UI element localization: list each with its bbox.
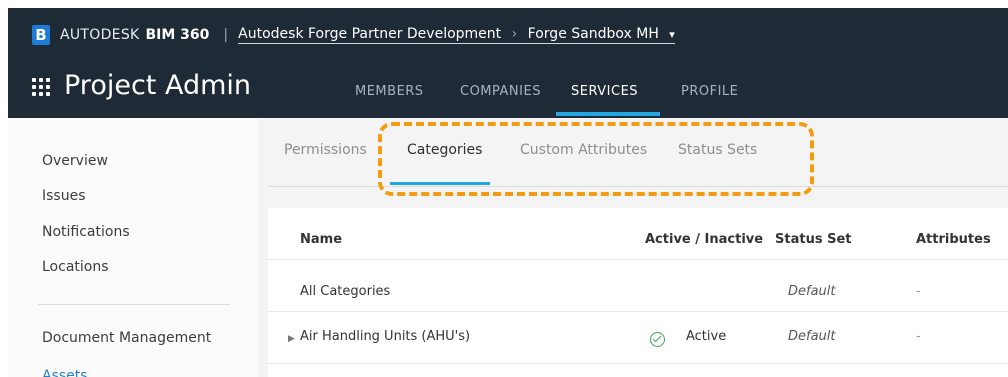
- active-tab-indicator: [556, 112, 660, 116]
- brand-name: AUTODESK: [60, 27, 140, 43]
- row-1-active: Active: [686, 329, 727, 344]
- header-divider: [268, 259, 1008, 260]
- product-name: BIM 360: [145, 27, 210, 43]
- page-title-block: Project Admin: [32, 70, 251, 101]
- breadcrumb-arrow-icon: ›: [511, 26, 518, 42]
- highlight-annotation: [378, 122, 814, 196]
- expand-arrow-icon[interactable]: ▶: [288, 334, 295, 344]
- row-divider: [268, 363, 1008, 364]
- tab-services[interactable]: SERVICES: [571, 84, 638, 99]
- tab-companies[interactable]: COMPANIES: [460, 84, 541, 99]
- top-header: B AUTODESK BIM 360 | Autodesk Forge Part…: [8, 8, 1008, 118]
- row-0-status-set: Default: [788, 284, 836, 299]
- brand-row: B AUTODESK BIM 360 | Autodesk Forge Part…: [32, 24, 675, 46]
- sidebar-item-assets[interactable]: Assets: [42, 368, 88, 377]
- row-1-attributes: -: [916, 329, 921, 344]
- categories-table: Name Active / Inactive Status Set Attrib…: [268, 208, 1008, 377]
- sidebar-item-notifications[interactable]: Notifications: [42, 224, 130, 240]
- sidebar-divider: [38, 304, 230, 305]
- app-window: B AUTODESK BIM 360 | Autodesk Forge Part…: [8, 8, 1008, 377]
- bim360-logo-icon: B: [32, 25, 50, 45]
- row-divider: [268, 311, 1008, 312]
- project-name: Forge Sandbox MH: [527, 26, 659, 42]
- sidebar-item-overview[interactable]: Overview: [42, 153, 108, 169]
- row-0-name[interactable]: All Categories: [300, 284, 390, 299]
- column-header-name[interactable]: Name: [300, 232, 342, 247]
- subtab-permissions[interactable]: Permissions: [284, 142, 367, 158]
- header-separator: |: [223, 27, 229, 43]
- column-header-attributes[interactable]: Attributes: [916, 232, 991, 247]
- sidebar-item-document-management[interactable]: Document Management: [42, 330, 211, 346]
- account-name: Autodesk Forge Partner Development: [238, 26, 502, 42]
- row-1-status-set: Default: [788, 329, 836, 344]
- sidebar-item-issues[interactable]: Issues: [42, 188, 86, 204]
- tab-members[interactable]: MEMBERS: [355, 84, 424, 99]
- sidebar-item-locations[interactable]: Locations: [42, 259, 109, 275]
- row-1-name[interactable]: Air Handling Units (AHU's): [300, 329, 470, 344]
- page-title: Project Admin: [64, 70, 252, 101]
- row-0-attributes: -: [916, 284, 921, 299]
- check-circle-icon: [650, 332, 665, 347]
- account-project-picker[interactable]: Autodesk Forge Partner Development › For…: [238, 26, 675, 44]
- sidebar: Overview Issues Notifications Locations …: [8, 118, 258, 377]
- column-header-status-set[interactable]: Status Set: [775, 232, 851, 247]
- column-header-active[interactable]: Active / Inactive: [645, 232, 763, 247]
- apps-grid-icon[interactable]: [32, 78, 50, 96]
- chevron-down-icon: ▾: [669, 28, 675, 41]
- tab-profile[interactable]: PROFILE: [681, 84, 738, 99]
